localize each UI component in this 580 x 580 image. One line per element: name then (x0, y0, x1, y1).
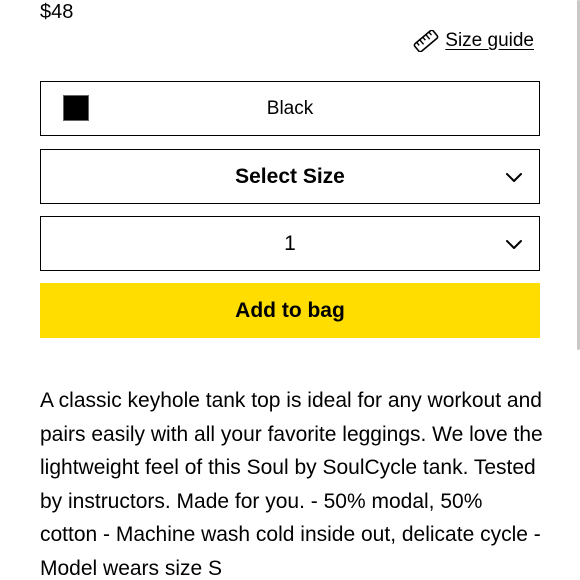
product-price: $48 (40, 1, 74, 23)
quantity-select-value: 1 (284, 231, 296, 255)
color-swatch (63, 95, 89, 121)
product-description: A classic keyhole tank top is ideal for … (40, 389, 543, 580)
chevron-down-icon (506, 239, 522, 249)
color-name: Black (266, 97, 314, 119)
color-selector[interactable]: Black (40, 81, 540, 136)
quantity-select[interactable]: 1 (40, 216, 540, 271)
size-select-value: Select Size (235, 164, 345, 188)
ruler-icon (413, 30, 439, 52)
add-to-bag-button[interactable]: Add to bag (40, 283, 540, 338)
product-purchase-panel: $48 Size guide Black Select Size 1 Add t… (0, 0, 580, 580)
size-select[interactable]: Select Size (40, 149, 540, 204)
size-guide-link[interactable]: Size guide (413, 30, 534, 52)
size-guide-label: Size guide (445, 30, 534, 51)
chevron-down-icon (506, 172, 522, 182)
